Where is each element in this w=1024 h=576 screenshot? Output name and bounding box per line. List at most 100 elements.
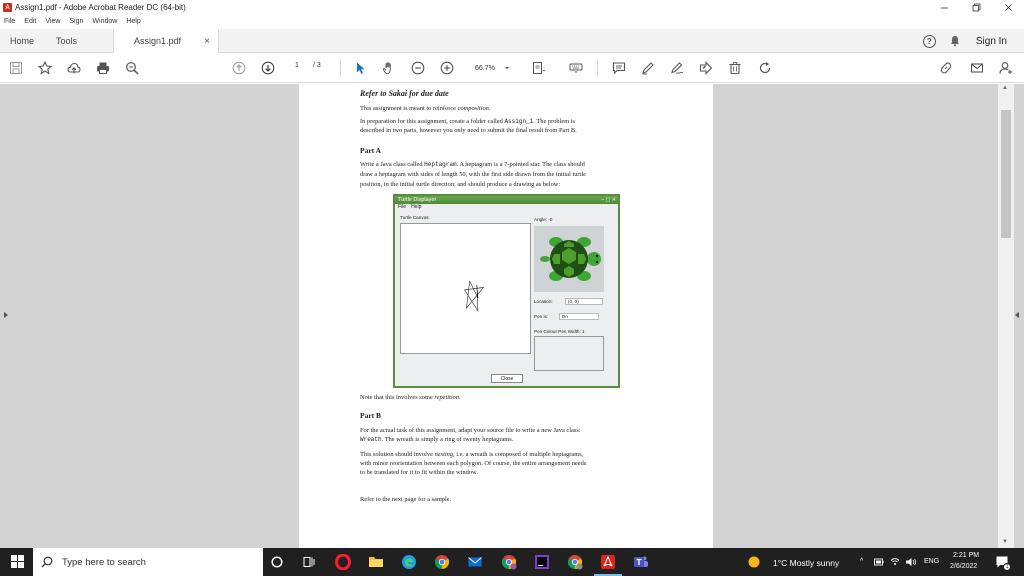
chrome-icon xyxy=(434,555,450,570)
taskbar-teams[interactable] xyxy=(632,553,650,571)
clock-date[interactable]: 2/6/2022 xyxy=(950,563,977,570)
taskbar-edge[interactable] xyxy=(400,553,418,571)
find-button[interactable] xyxy=(124,60,140,76)
zoom-level-dropdown[interactable]: 66.7% xyxy=(467,61,517,75)
taskbar-acrobat[interactable] xyxy=(598,553,618,571)
folder-icon xyxy=(369,557,383,567)
taskbar-chrome-profile-2[interactable] xyxy=(566,553,584,571)
print-button[interactable] xyxy=(95,60,111,76)
rotate-button[interactable] xyxy=(757,60,773,76)
scroll-up-icon[interactable]: ▲ xyxy=(1002,85,1008,91)
bookmark-button[interactable] xyxy=(37,60,53,76)
save-icon xyxy=(10,62,22,74)
teams-icon xyxy=(634,556,648,567)
taskbar-chrome[interactable] xyxy=(433,553,451,571)
weather-text[interactable]: 1°C Mostly sunny xyxy=(773,558,839,568)
document-viewport[interactable]: ▲ ▼ Refer to Sakai for due date This ass… xyxy=(0,84,1024,548)
minimize-button[interactable] xyxy=(928,0,960,15)
chrome-profile-icon xyxy=(567,555,583,570)
turtle-canvas-label: Turtle Canvas: xyxy=(400,215,430,220)
cortana-button[interactable] xyxy=(268,553,286,571)
weather-widget-icon[interactable] xyxy=(745,553,763,571)
attach-link-button[interactable] xyxy=(938,60,954,76)
language-indicator[interactable]: ENG xyxy=(924,558,939,565)
delete-button[interactable] xyxy=(727,60,743,76)
printer-icon xyxy=(97,62,109,74)
upload-button[interactable] xyxy=(66,60,82,76)
page-number-input[interactable]: 1 xyxy=(295,62,299,69)
taskbar-search-box[interactable]: Type here to search xyxy=(33,548,263,576)
share-button[interactable] xyxy=(698,60,714,76)
action-center-button[interactable]: 1 xyxy=(993,553,1011,571)
taskbar-opera[interactable] xyxy=(334,553,352,571)
tab-tools[interactable]: Tools xyxy=(56,29,77,53)
show-hidden-icons-button[interactable]: ^ xyxy=(860,558,863,565)
tab-home[interactable]: Home xyxy=(10,29,34,53)
part-b-line-1: For the actual task of this assignment, … xyxy=(360,427,581,434)
turtle-pen-colour-label: Pen Colour:Pen Width: 1 xyxy=(534,329,585,334)
turtle-location-value: (0, 0) xyxy=(568,299,579,304)
help-icon[interactable]: ? xyxy=(922,34,936,48)
menu-file[interactable]: File xyxy=(4,18,15,25)
wifi-icon[interactable] xyxy=(890,557,900,566)
taskbar-jetbrains[interactable] xyxy=(533,553,551,571)
bell-icon[interactable] xyxy=(949,35,961,47)
menu-edit[interactable]: Edit xyxy=(24,18,36,25)
menu-sign[interactable]: Sign xyxy=(69,18,83,25)
close-window-button[interactable] xyxy=(992,0,1024,15)
windows-start-icon[interactable] xyxy=(11,555,24,568)
part-b-line-3: This solution should involve nesting, i.… xyxy=(360,451,584,458)
highlight-button[interactable] xyxy=(640,60,656,76)
zoom-out-button[interactable] xyxy=(410,60,426,76)
select-tool-button[interactable] xyxy=(352,60,368,76)
acrobat-reader-icon xyxy=(601,555,615,569)
tab-document[interactable]: Assign1.pdf × xyxy=(113,29,219,53)
doc-prep-line-2: described in two parts, however you only… xyxy=(360,127,577,134)
turtle-window-controls: – ▢ ✕ xyxy=(601,197,616,203)
email-button[interactable] xyxy=(969,60,985,76)
previous-page-button[interactable] xyxy=(231,60,247,76)
right-panel-toggle[interactable] xyxy=(1015,312,1019,318)
task-view-button[interactable] xyxy=(300,553,318,571)
doc-intro: This assignment is meant to reinforce co… xyxy=(360,105,491,112)
next-page-button[interactable] xyxy=(260,60,276,76)
sign-button[interactable] xyxy=(669,60,685,76)
pdf-page: Refer to Sakai for due date This assignm… xyxy=(299,84,713,548)
taskbar-chrome-profile-1[interactable] xyxy=(500,553,518,571)
turtle-pen-colour-swatch xyxy=(534,336,604,371)
keyboard-button[interactable] xyxy=(568,60,584,76)
part-a-line-2: draw a heptagram with sides of length 50… xyxy=(360,171,586,178)
save-button[interactable] xyxy=(8,60,24,76)
part-a-line-1: Write a Java class called Heptagram. A h… xyxy=(360,161,585,168)
menu-view[interactable]: View xyxy=(45,18,60,25)
turtle-window-menubar: File Help xyxy=(395,204,618,211)
close-tab-button[interactable]: × xyxy=(204,36,210,47)
battery-icon[interactable] xyxy=(874,558,884,566)
comment-button[interactable] xyxy=(611,60,627,76)
jetbrains-ide-icon xyxy=(535,555,549,569)
account-button[interactable] xyxy=(998,60,1014,76)
menu-help[interactable]: Help xyxy=(126,18,140,25)
vertical-scrollbar[interactable]: ▲ ▼ xyxy=(998,84,1014,548)
volume-icon[interactable] xyxy=(905,557,917,567)
taskbar-mail[interactable] xyxy=(466,553,484,571)
zoom-in-button[interactable] xyxy=(439,60,455,76)
tab-bar: Home Tools Assign1.pdf × ? Sign In xyxy=(0,29,1024,53)
cloud-upload-icon xyxy=(67,62,81,74)
clock-time[interactable]: 2:21 PM xyxy=(953,552,979,559)
menu-window[interactable]: Window xyxy=(92,18,117,25)
mail-icon xyxy=(468,557,482,567)
close-icon xyxy=(1004,4,1012,11)
page-fit-button[interactable] xyxy=(531,60,547,76)
cortana-icon xyxy=(271,556,283,568)
hand-tool-button[interactable] xyxy=(381,60,397,76)
acrobat-reader-window: A Assign1.pdf - Adobe Acrobat Reader DC … xyxy=(0,0,1024,576)
scroll-down-icon[interactable]: ▼ xyxy=(1002,539,1008,545)
restore-button[interactable] xyxy=(960,0,992,15)
notification-count-badge: 1 xyxy=(1003,563,1011,571)
left-panel-toggle[interactable] xyxy=(4,312,8,318)
user-add-icon xyxy=(999,62,1012,74)
scrollbar-thumb[interactable] xyxy=(1001,110,1011,238)
taskbar-file-explorer[interactable] xyxy=(367,553,385,571)
sign-in-button[interactable]: Sign In xyxy=(976,36,1007,47)
